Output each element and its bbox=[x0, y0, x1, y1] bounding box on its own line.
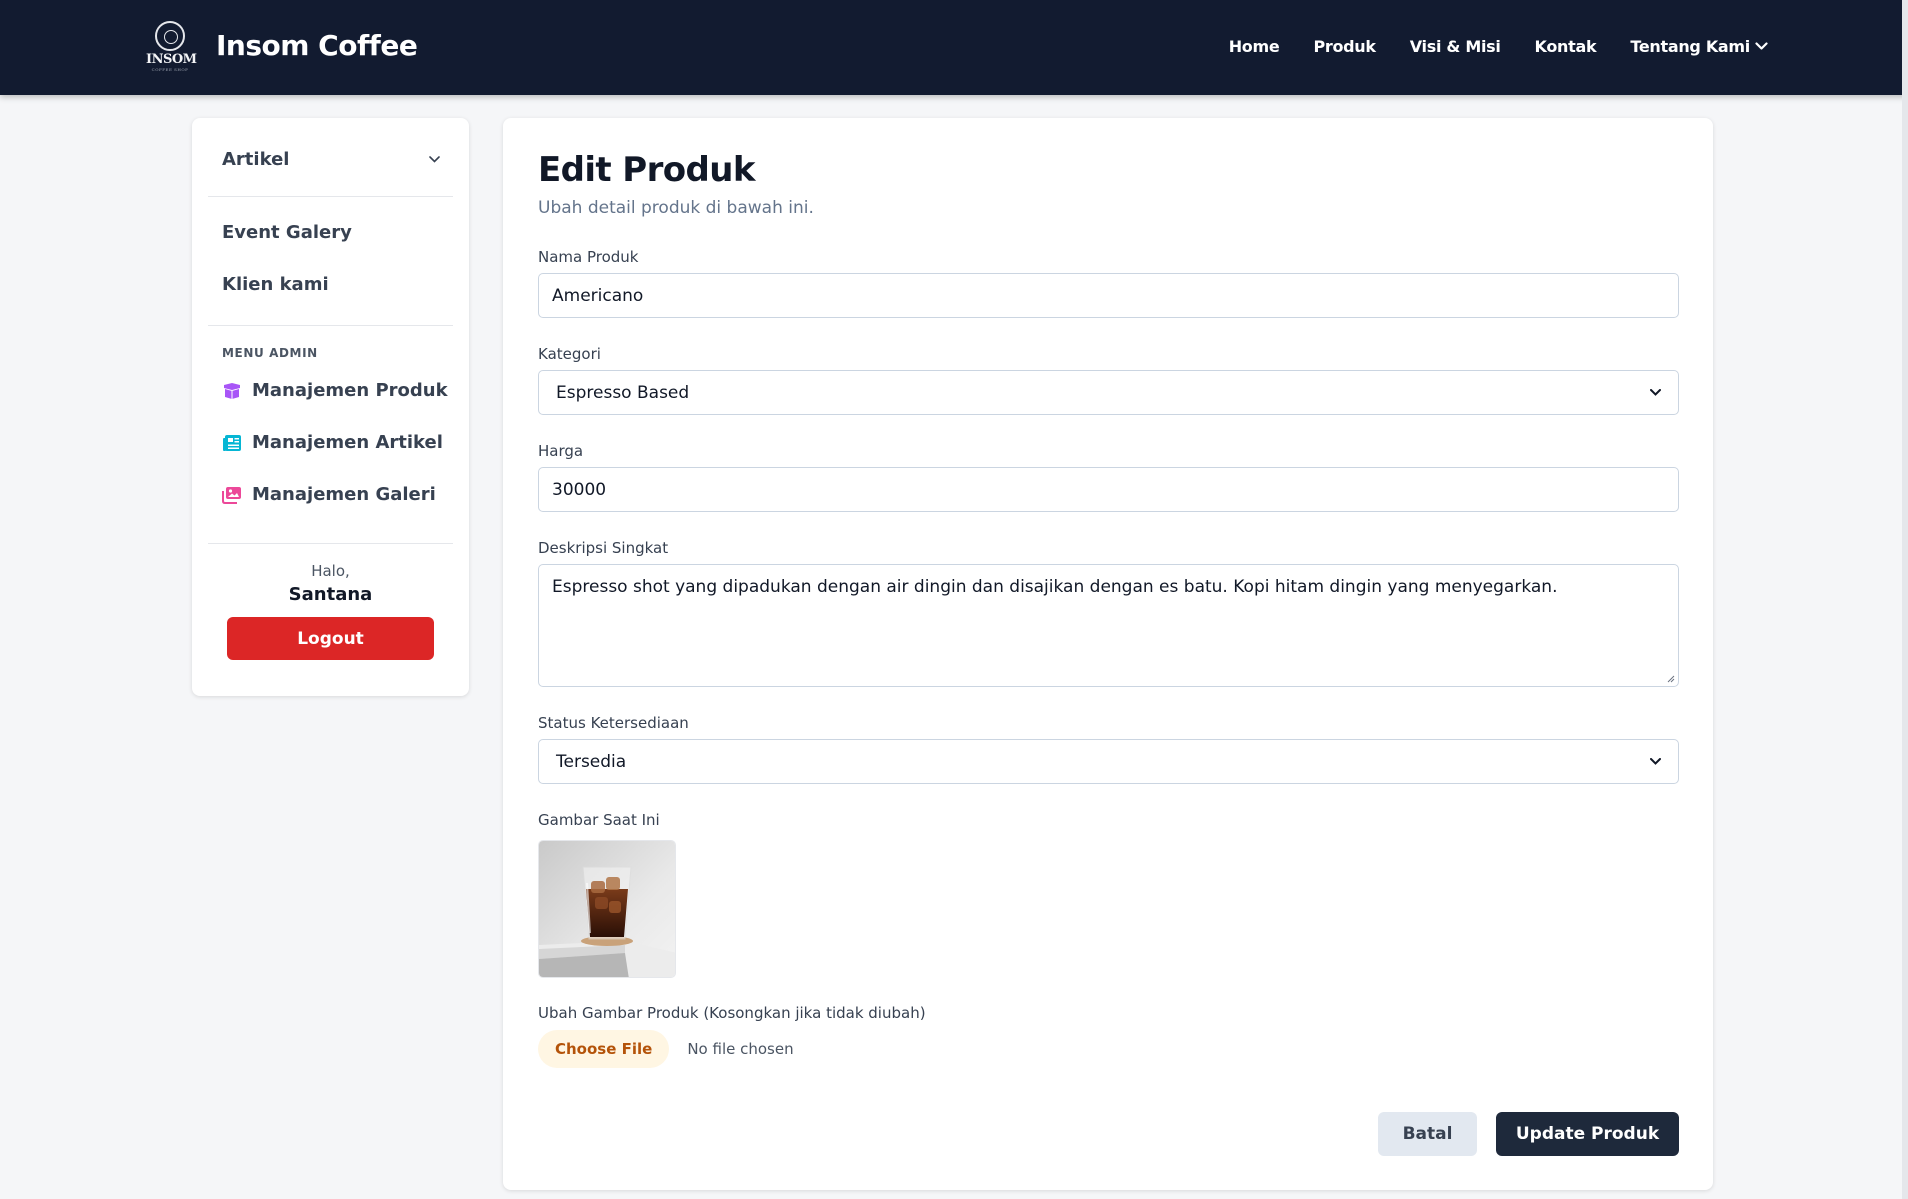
description-textarea[interactable]: Espresso shot yang dipadukan dengan air … bbox=[538, 564, 1679, 687]
edit-product-card: Edit Produk Ubah detail produk di bawah … bbox=[503, 118, 1713, 1190]
sidebar-item-event-galery[interactable]: Event Galery bbox=[222, 222, 352, 243]
greeting-text: Halo, bbox=[311, 562, 350, 580]
change-image-label: Ubah Gambar Produk (Kosongkan jika tidak… bbox=[538, 1004, 926, 1022]
main-nav: Home Produk Visi & Misi Kontak Tentang K… bbox=[1229, 37, 1768, 56]
current-image-label: Gambar Saat Ini bbox=[538, 811, 660, 829]
navbar: INSOM COFFEE SHOP Insom Coffee Home Prod… bbox=[0, 0, 1908, 95]
scrollbar[interactable] bbox=[1902, 0, 1908, 1199]
logo-emblem-icon bbox=[155, 21, 185, 51]
logout-button[interactable]: Logout bbox=[227, 617, 434, 660]
product-name-input[interactable]: Americano bbox=[538, 273, 1679, 318]
brand-logo: INSOM COFFEE SHOP bbox=[146, 18, 197, 72]
price-input[interactable]: 30000 bbox=[538, 467, 1679, 512]
sidebar-item-manajemen-produk[interactable]: Manajemen Produk bbox=[222, 380, 448, 401]
nav-visi-misi[interactable]: Visi & Misi bbox=[1410, 37, 1501, 56]
cancel-button[interactable]: Batal bbox=[1378, 1112, 1477, 1156]
sidebar-divider bbox=[208, 543, 453, 544]
price-label: Harga bbox=[538, 442, 584, 460]
sidebar-dropdown-label: Artikel bbox=[222, 148, 290, 170]
status-selected-value: Tersedia bbox=[556, 751, 627, 772]
product-image-thumbnail bbox=[538, 840, 676, 978]
page-subtitle: Ubah detail produk di bawah ini. bbox=[538, 198, 814, 218]
page-title: Edit Produk bbox=[538, 150, 756, 190]
username: Santana bbox=[288, 584, 373, 605]
chevron-down-icon bbox=[1650, 389, 1661, 396]
product-name-label: Nama Produk bbox=[538, 248, 639, 266]
sidebar-item-manajemen-artikel[interactable]: Manajemen Artikel bbox=[222, 432, 443, 453]
choose-file-button[interactable]: Choose File bbox=[538, 1030, 670, 1068]
images-icon bbox=[222, 486, 241, 504]
sidebar: Artikel Event Galery Klien kami MENU ADM… bbox=[192, 118, 469, 696]
description-label: Deskripsi Singkat bbox=[538, 539, 669, 557]
logo-text: INSOM bbox=[146, 52, 197, 67]
sidebar-divider bbox=[208, 325, 453, 326]
description-text: Espresso shot yang dipadukan dengan air … bbox=[552, 577, 1558, 597]
sidebar-item-label: Manajemen Produk bbox=[252, 380, 448, 401]
brand-name: Insom Coffee bbox=[216, 28, 418, 62]
status-select[interactable]: Tersedia bbox=[538, 739, 1679, 784]
category-selected-value: Espresso Based bbox=[556, 382, 690, 403]
file-input[interactable]: Choose File No file chosen bbox=[538, 1030, 794, 1068]
update-product-button[interactable]: Update Produk bbox=[1496, 1112, 1679, 1156]
nav-tentang-kami[interactable]: Tentang Kami bbox=[1630, 37, 1768, 56]
nav-home[interactable]: Home bbox=[1229, 37, 1280, 56]
resize-handle-icon[interactable] bbox=[1667, 675, 1675, 683]
sidebar-dropdown-artikel[interactable]: Artikel bbox=[222, 144, 440, 174]
nav-produk[interactable]: Produk bbox=[1313, 37, 1376, 56]
nav-tentang-kami-label: Tentang Kami bbox=[1630, 37, 1750, 56]
no-file-text: No file chosen bbox=[687, 1040, 794, 1058]
sidebar-item-klien-kami[interactable]: Klien kami bbox=[222, 274, 329, 295]
sidebar-item-manajemen-galeri[interactable]: Manajemen Galeri bbox=[222, 484, 436, 505]
chevron-down-icon bbox=[1755, 42, 1768, 50]
nav-kontak[interactable]: Kontak bbox=[1535, 37, 1597, 56]
sidebar-item-label: Manajemen Galeri bbox=[252, 484, 436, 505]
sidebar-divider bbox=[208, 196, 453, 197]
chevron-down-icon bbox=[429, 155, 440, 163]
category-select[interactable]: Espresso Based bbox=[538, 370, 1679, 415]
sidebar-section-title: MENU ADMIN bbox=[222, 346, 318, 360]
box-icon bbox=[224, 382, 240, 399]
brand[interactable]: INSOM COFFEE SHOP Insom Coffee bbox=[146, 18, 418, 72]
newspaper-icon bbox=[223, 434, 241, 451]
chevron-down-icon bbox=[1650, 758, 1661, 765]
iced-americano-image bbox=[539, 841, 675, 977]
logo-subtext: COFFEE SHOP bbox=[151, 67, 189, 72]
status-label: Status Ketersediaan bbox=[538, 714, 689, 732]
sidebar-item-label: Manajemen Artikel bbox=[252, 432, 443, 453]
category-label: Kategori bbox=[538, 345, 601, 363]
